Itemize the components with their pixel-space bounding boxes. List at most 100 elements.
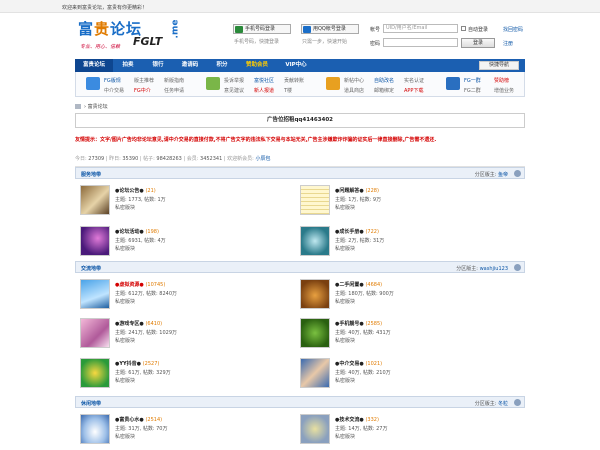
subnav-link-group1[interactable]: FG一群 (464, 77, 481, 84)
section-mod-link[interactable]: 鱼帝 (498, 172, 508, 178)
forum-item[interactable]: ●游戏专区● (6410) 主题: 241万, 帖数: 1029万 私密版块 (80, 318, 280, 352)
login-button[interactable]: 登录 (461, 38, 495, 48)
section-mod-link[interactable]: washjiu123 (480, 266, 508, 272)
collapse-toggle-icon[interactable] (514, 399, 521, 406)
forgot-password-link[interactable]: 找回密码 (503, 26, 523, 33)
breadcrumb-current[interactable]: 富贵论坛 (88, 104, 108, 110)
forum-private-label: 私密版块 (335, 299, 356, 305)
subnav-link-fg-agent[interactable]: FG中介 (134, 87, 151, 94)
forum-name[interactable]: ●成长手册● (335, 229, 364, 235)
forum-name[interactable]: ●问题解答● (335, 188, 364, 194)
forum-item[interactable]: ●YY抖音● (2527) 主题: 61万, 帖数: 329万 私密版块 (80, 358, 280, 392)
stat-posts-label: 帖子: (143, 156, 155, 162)
forum-item[interactable]: ●问题解答● (228) 主题: 1万, 帖数: 9万 私密版块 (300, 185, 500, 219)
section-mod-link[interactable]: 冬粒 (498, 401, 508, 407)
forum-item[interactable]: ●中介交易● (1021) 主题: 40万, 帖数: 210万 私密版块 (300, 358, 500, 392)
forum-item[interactable]: ●技术交流● (332) 主题: 14万, 帖数: 27万 私密版块 (300, 414, 500, 448)
subnav-link-email[interactable]: 邮箱绑定 (374, 87, 394, 94)
phone-icon (235, 26, 243, 33)
subnav-link-sponsor-rank[interactable]: 赞助榜 (494, 77, 509, 84)
nav-item-home[interactable]: 富贵论坛 (75, 59, 113, 72)
subnav-link-realname[interactable]: 实名认证 (404, 77, 424, 84)
subnav-link-recommend[interactable]: 版主推荐 (134, 77, 154, 84)
nav-item-bank[interactable]: 银行 (143, 59, 173, 72)
forum-name[interactable]: ●YY抖音● (115, 361, 141, 367)
forum-name[interactable]: ●富贵心水● (115, 417, 144, 423)
forum-stats: 主题: 6931, 帖数: 4万 (115, 238, 166, 244)
forum-name[interactable]: ●论坛活动● (115, 229, 144, 235)
collapse-toggle-icon[interactable] (514, 170, 521, 177)
section-title[interactable]: 服务地带 (81, 171, 101, 178)
subnav-link-valueadd[interactable]: 增值业务 (494, 87, 514, 94)
forum-item[interactable]: ●成长手册● (722) 主题: 2万, 帖数: 31万 私密版块 (300, 226, 500, 260)
forum-name[interactable]: ●虚拟资源● (115, 282, 144, 288)
subnav-link-transfer[interactable]: 贡献转账 (284, 77, 304, 84)
subnav-link-report[interactable]: 投诉举报 (224, 77, 244, 84)
subnav-link-app[interactable]: APP下载 (404, 87, 423, 94)
section-title[interactable]: 交流地带 (81, 265, 101, 272)
forum-item[interactable]: ●二手闲置● (4684) 主题: 180万, 帖数: 900万 私密版块 (300, 279, 500, 313)
register-link[interactable]: 注册 (503, 40, 513, 47)
logo-char-2: 贵 (94, 20, 111, 38)
auto-login-checkbox[interactable] (461, 26, 466, 31)
forum-item[interactable]: ●虚拟资源● (10745) 主题: 612万, 帖数: 8240万 私密版块 (80, 279, 280, 313)
home-icon[interactable] (75, 104, 81, 109)
subnav-link-trade[interactable]: 中介交易 (104, 87, 124, 94)
phone-login-button[interactable]: 手机号码登录 (233, 24, 291, 34)
stat-newest-member[interactable]: 小辰包 (255, 156, 270, 162)
forum-today-count: (6410) (145, 321, 163, 327)
stat-yesterday-label: 昨日: (109, 156, 121, 162)
forum-stats: 主题: 1773, 帖数: 1万 (115, 197, 166, 203)
nav-item-invite[interactable]: 邀请码 (173, 59, 207, 72)
logo-fglt: FGLT (133, 35, 163, 48)
quick-nav-button[interactable]: 快捷导航 (479, 61, 519, 70)
nav-item-auction[interactable]: 拍卖 (113, 59, 143, 72)
subnav-link-rules[interactable]: FG版规 (104, 77, 121, 84)
forum-thumbnail (80, 279, 110, 309)
ad-banner[interactable]: 广告位招租qq41463402 (75, 113, 525, 128)
account-input[interactable]: UID/用户名/Email (383, 24, 458, 33)
qq-login-button[interactable]: 用QQ帐号登录 (301, 24, 359, 34)
subnav-link-newposts[interactable]: 新帖中心 (344, 77, 364, 84)
site-logo[interactable]: 富贵论坛 FGLT .me 专业、用心、信赖 (78, 18, 180, 54)
collapse-toggle-icon[interactable] (514, 264, 521, 271)
forum-name[interactable]: ●二手闲置● (335, 282, 364, 288)
forum-name[interactable]: ●游戏专区● (115, 321, 144, 327)
forum-name[interactable]: ●手机靓号● (335, 321, 364, 327)
forum-stats: 主题: 31万, 帖数: 70万 (115, 426, 168, 432)
forum-name[interactable]: ●论坛公告● (115, 188, 144, 194)
nav-item-points[interactable]: 积分 (207, 59, 237, 72)
subnav-link-task[interactable]: 任务申请 (164, 87, 184, 94)
subnav-link-group2[interactable]: FG二群 (464, 87, 481, 94)
subnav-link-newbie[interactable]: 新人报道 (254, 87, 274, 94)
nav-item-vip[interactable]: VIP中心 (277, 59, 315, 72)
welcome-text: 欢迎来到富贵论坛，富贵有你更精彩！ (62, 5, 148, 11)
subnav-link-community[interactable]: 富悦社区 (254, 77, 274, 84)
subnav-link-tlou[interactable]: T楼 (284, 87, 292, 94)
nav-item-sponsor[interactable]: 赞助会员 (237, 59, 277, 72)
forum-stats: 主题: 40万, 帖数: 210万 (335, 370, 391, 376)
forum-thumbnail (80, 414, 110, 444)
subnav-link-shop[interactable]: 道具商店 (344, 87, 364, 94)
forum-item[interactable]: ●富贵心水● (2514) 主题: 31万, 帖数: 70万 私密版块 (80, 414, 280, 448)
forum-name[interactable]: ●技术交流● (335, 417, 364, 423)
subnav-link-rename[interactable]: 自助改名 (374, 77, 394, 84)
forum-thumbnail (300, 279, 330, 309)
forum-today-count: (1021) (365, 361, 383, 367)
subnav-link-suggest[interactable]: 意见建议 (224, 87, 244, 94)
forum-today-count: (2585) (365, 321, 383, 327)
section-title[interactable]: 休闲地带 (81, 400, 101, 407)
forum-item[interactable]: ●手机靓号● (2585) 主题: 40万, 帖数: 431万 私密版块 (300, 318, 500, 352)
qq-login-sub: 只需一步，快速开始 (302, 39, 348, 45)
forum-name[interactable]: ●中介交易● (335, 361, 364, 367)
forum-thumbnail (300, 358, 330, 388)
password-input[interactable] (383, 38, 458, 47)
section-header-exchange: 交流地带 分区版主: washjiu123 (75, 261, 525, 273)
forum-item[interactable]: ●论坛公告● (21) 主题: 1773, 帖数: 1万 私密版块 (80, 185, 280, 219)
forum-today-count: (21) (145, 188, 156, 194)
forum-item[interactable]: ●论坛活动● (198) 主题: 6931, 帖数: 4万 私密版块 (80, 226, 280, 260)
subnav-link-guide[interactable]: 新版指南 (164, 77, 184, 84)
forum-private-label: 私密版块 (335, 378, 356, 384)
top-bar: 欢迎来到富贵论坛，富贵有你更精彩！ (0, 0, 600, 13)
section-mod-label: 分区版主: (474, 172, 497, 178)
